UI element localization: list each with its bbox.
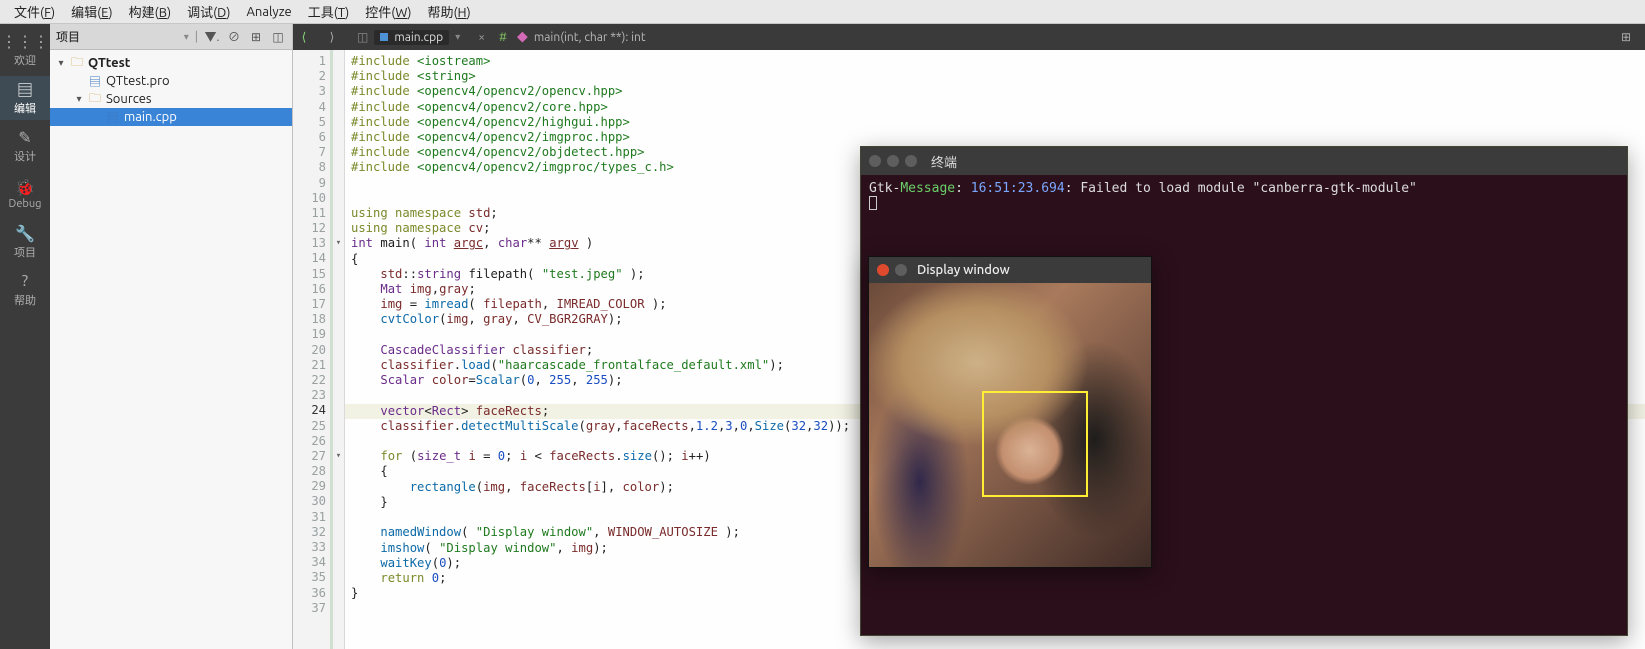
- activity-help[interactable]: ?帮助: [0, 268, 50, 312]
- activity-design[interactable]: ✎设计: [0, 124, 50, 168]
- tab-label: main.cpp: [394, 31, 443, 44]
- display-window[interactable]: Display window: [868, 256, 1152, 568]
- activity-welcome[interactable]: ⋮⋮⋮欢迎: [0, 28, 50, 72]
- tree-item-label: Sources: [106, 92, 152, 106]
- split-editor-icon[interactable]: ⊞: [1615, 26, 1637, 48]
- face-detection-box: [982, 391, 1088, 497]
- tree-item-qttest-pro[interactable]: ▤ QTtest.pro: [50, 72, 292, 90]
- close-tab-icon[interactable]: ×: [474, 31, 489, 44]
- tree-item-label: QTtest: [88, 56, 130, 70]
- terminal-line: Gtk-Message: 16:51:23.694: Failed to loa…: [869, 181, 1417, 196]
- display-window-titlebar[interactable]: Display window: [869, 257, 1151, 283]
- menu-analyze[interactable]: Analyze: [238, 3, 299, 21]
- add-icon[interactable]: ⊞: [248, 29, 264, 45]
- bookmark-icon[interactable]: ◫: [357, 30, 368, 44]
- project-panel-header: 项目 ▾ | ▼. ⊘ ⊞ ◫: [50, 24, 292, 50]
- folder-icon: 🗀: [70, 56, 84, 70]
- file-icon: [380, 33, 388, 41]
- expander-icon[interactable]: [92, 112, 102, 123]
- menu-b[interactable]: 构建(B): [121, 0, 179, 23]
- window-min-icon[interactable]: [895, 264, 907, 276]
- menu-w[interactable]: 控件(W): [357, 0, 419, 23]
- menu-h[interactable]: 帮助(H): [419, 0, 478, 23]
- edit-icon: ▤: [16, 80, 34, 98]
- symbol-breadcrumb[interactable]: ◆ main(int, char **): int: [517, 29, 646, 45]
- nav-fwd-icon[interactable]: ⟩: [321, 26, 343, 48]
- nav-back-icon[interactable]: ⟨: [293, 26, 315, 48]
- file-icon: ▤: [88, 74, 102, 88]
- split-icon[interactable]: ◫: [270, 29, 286, 45]
- expander-icon[interactable]: ▾: [56, 57, 66, 69]
- help-icon: ?: [16, 272, 34, 290]
- tree-item-label: QTtest.pro: [106, 74, 170, 88]
- activity-edit[interactable]: ▤编辑: [0, 76, 50, 120]
- menubar: 文件(F)编辑(E)构建(B)调试(D)Analyze工具(T)控件(W)帮助(…: [0, 0, 1645, 24]
- fold-column[interactable]: ▾▾: [333, 50, 345, 649]
- menu-e[interactable]: 编辑(E): [63, 0, 121, 23]
- project-tree[interactable]: ▾ 🗀 QTtest ▤ QTtest.pro ▾ 🗀 Sources ▤ main.cpp: [50, 50, 292, 649]
- activity-bar: ⋮⋮⋮欢迎▤编辑✎设计🐞Debug🔧项目?帮助: [0, 24, 50, 649]
- terminal-titlebar[interactable]: 终端: [861, 147, 1627, 175]
- terminal-cursor: [869, 196, 877, 210]
- diamond-icon: ◆: [517, 29, 528, 45]
- activity-debug[interactable]: 🐞Debug: [0, 172, 50, 216]
- menu-f[interactable]: 文件(F): [6, 0, 63, 23]
- line-gutter[interactable]: 1234567891011121314151617181920212223242…: [293, 50, 333, 649]
- display-image: [869, 283, 1151, 567]
- window-close-icon[interactable]: [877, 264, 889, 276]
- terminal-title: 终端: [931, 152, 957, 171]
- debug-icon: 🐞: [16, 178, 34, 196]
- link-icon[interactable]: ⊘: [226, 29, 242, 45]
- expander-icon[interactable]: ▾: [74, 93, 84, 105]
- tree-item-sources[interactable]: ▾ 🗀 Sources: [50, 90, 292, 108]
- project-panel: 项目 ▾ | ▼. ⊘ ⊞ ◫ ▾ 🗀 QTtest ▤ QTtest.pro ▾ 🗀 So…: [50, 24, 293, 649]
- filter-icon[interactable]: ▼.: [204, 29, 220, 45]
- menu-t[interactable]: 工具(T): [300, 0, 357, 23]
- folder-icon: 🗀: [88, 92, 102, 106]
- file-icon: ▤: [106, 110, 120, 124]
- editor-tabbar: ⟨ ⟩ ◫ main.cpp ▾ × # ◆ main(int, char **…: [293, 24, 1645, 50]
- activity-project[interactable]: 🔧项目: [0, 220, 50, 264]
- tab-main-cpp[interactable]: ◫ main.cpp ▾: [349, 24, 468, 50]
- display-window-title: Display window: [917, 263, 1010, 277]
- tree-item-main-cpp[interactable]: ▤ main.cpp: [50, 108, 292, 126]
- window-close-icon[interactable]: [869, 155, 881, 167]
- dropdown-icon[interactable]: ▾: [184, 31, 189, 43]
- project-panel-title: 项目: [56, 28, 178, 45]
- tree-item-qttest[interactable]: ▾ 🗀 QTtest: [50, 54, 292, 72]
- menu-d[interactable]: 调试(D): [179, 0, 238, 23]
- window-max-icon[interactable]: [905, 155, 917, 167]
- project-icon: 🔧: [16, 224, 34, 242]
- window-min-icon[interactable]: [887, 155, 899, 167]
- tree-item-label: main.cpp: [124, 110, 177, 124]
- hash-button[interactable]: #: [495, 31, 511, 44]
- welcome-icon: ⋮⋮⋮: [16, 32, 34, 50]
- breadcrumb-label: main(int, char **): int: [534, 31, 646, 44]
- file-dropdown-icon[interactable]: ▾: [455, 31, 460, 43]
- design-icon: ✎: [16, 128, 34, 146]
- expander-icon[interactable]: [74, 76, 84, 87]
